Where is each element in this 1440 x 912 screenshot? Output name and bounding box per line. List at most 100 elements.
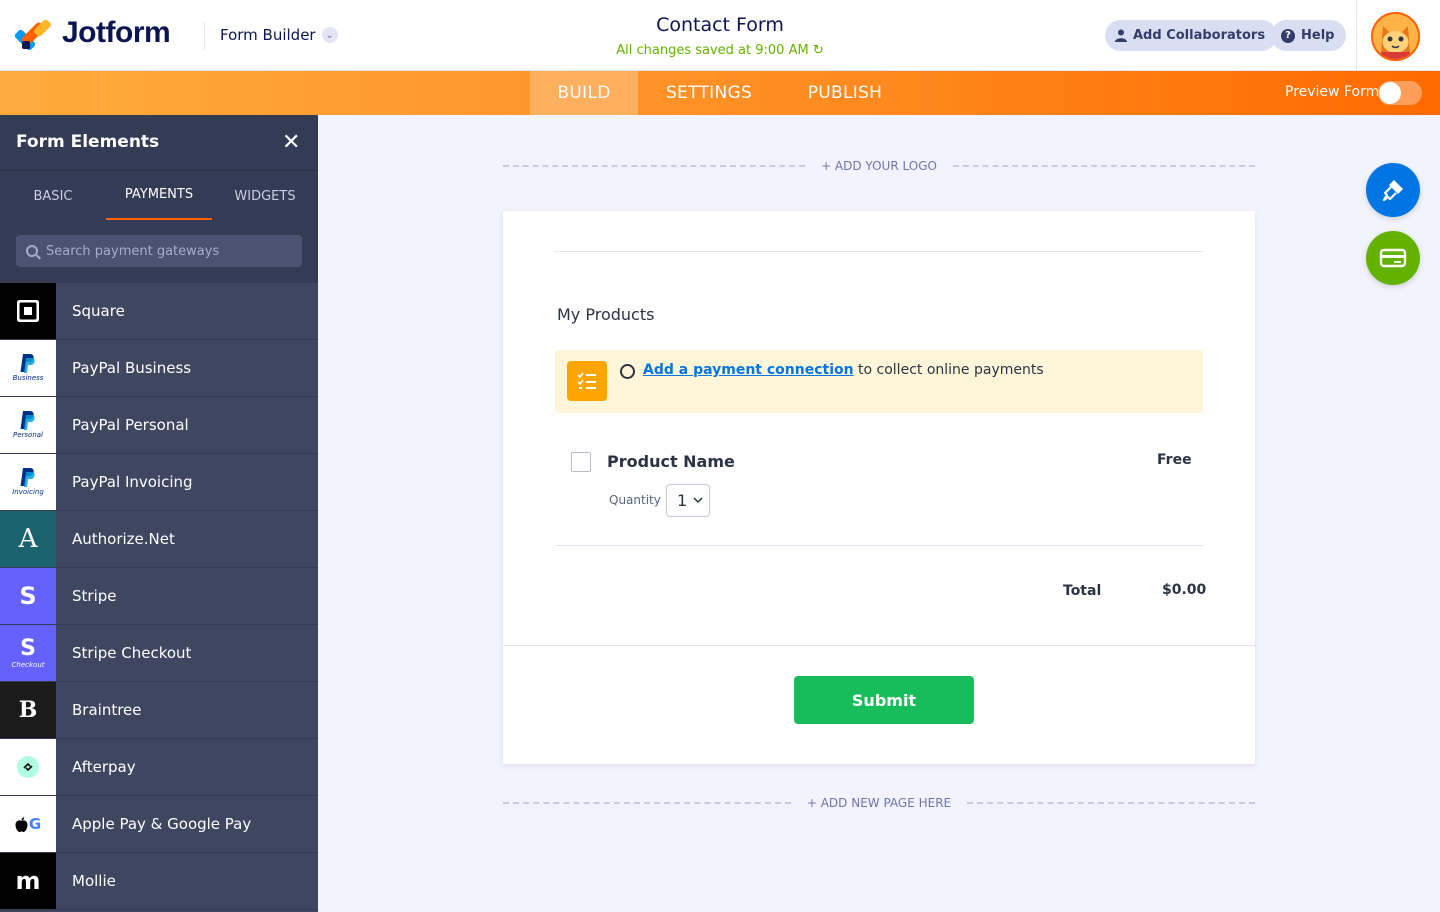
avatar[interactable]	[1371, 12, 1420, 61]
panel-tabs: BASIC PAYMENTS WIDGETS	[0, 170, 318, 221]
header-separator	[1356, 0, 1357, 71]
tab-basic[interactable]: BASIC	[0, 171, 106, 221]
total-label: Total	[1063, 583, 1102, 599]
product-checkbox[interactable]	[571, 452, 591, 472]
stripe-icon: S Checkout	[0, 625, 56, 681]
stripe-checkout-sub: Checkout	[11, 660, 45, 669]
apple-google-pay-icon: G	[0, 796, 56, 852]
gateway-list: Square Business PayPal Business Personal…	[0, 283, 318, 910]
submit-button[interactable]: Submit	[794, 676, 974, 724]
mollie-icon: m	[0, 853, 56, 909]
gateway-item-stripe-checkout[interactable]: S Checkout Stripe Checkout	[0, 625, 318, 682]
search-icon	[26, 245, 38, 257]
user-icon	[1115, 29, 1127, 42]
save-status: All changes saved at 9:00 AM ↻	[540, 43, 900, 58]
notice-rest: to collect online payments	[853, 362, 1044, 378]
add-collaborators-button[interactable]: Add Collaborators	[1105, 20, 1278, 51]
payment-settings-button[interactable]	[1366, 231, 1420, 285]
gateway-item-paypal-personal[interactable]: Personal PayPal Personal	[0, 397, 318, 454]
paypal-icon: Business	[0, 340, 56, 396]
preview-form-toggle[interactable]	[1378, 81, 1422, 105]
gateway-item-stripe[interactable]: S Stripe	[0, 568, 318, 625]
paypal-icon: Personal	[0, 397, 56, 453]
gateway-label: Authorize.Net	[72, 530, 175, 548]
search-input[interactable]	[46, 243, 286, 259]
tab-settings[interactable]: SETTINGS	[638, 71, 780, 115]
tab-build[interactable]: BUILD	[530, 71, 638, 115]
app-header: Jotform Form Builder ⌄ Contact Form All …	[0, 0, 1440, 71]
jotform-logo[interactable]: Jotform	[13, 16, 171, 52]
help-button[interactable]: ? Help	[1271, 20, 1347, 51]
gateway-label: Stripe Checkout	[72, 644, 192, 662]
gateway-label: Apple Pay & Google Pay	[72, 815, 252, 833]
quantity-select[interactable]: 1	[666, 484, 710, 517]
notice-text: Add a payment connection to collect onli…	[643, 362, 1044, 378]
gateway-item-mollie[interactable]: m Mollie	[0, 853, 318, 910]
gateway-item-square[interactable]: Square	[0, 283, 318, 340]
search-area	[0, 220, 318, 283]
paypal-personal-sub: Personal	[12, 431, 43, 439]
panel-title: Form Elements	[16, 132, 160, 152]
paypal-icon: Invoicing	[0, 454, 56, 510]
chevron-down-icon	[693, 497, 703, 504]
add-logo-row[interactable]: + ADD YOUR LOGO	[503, 159, 1255, 173]
square-icon	[0, 283, 56, 339]
question-icon: ?	[1281, 28, 1295, 43]
stripe-icon: S	[0, 568, 56, 624]
paypal-business-sub: Business	[12, 374, 44, 382]
form-card: My Products Add a payment connection to …	[503, 211, 1255, 764]
help-label: Help	[1301, 28, 1335, 43]
dashed-line	[503, 165, 806, 167]
form-builder-label: Form Builder	[220, 26, 316, 44]
notice-radio[interactable]	[620, 364, 635, 379]
chevron-down-icon: ⌄	[321, 27, 338, 43]
form-elements-panel: Form Elements ✕ BASIC PAYMENTS WIDGETS S…	[0, 115, 318, 912]
products-divider	[555, 545, 1204, 546]
quantity-value: 1	[677, 491, 688, 510]
dashed-line	[952, 165, 1255, 167]
gateway-item-paypal-business[interactable]: Business PayPal Business	[0, 340, 318, 397]
close-icon[interactable]: ✕	[282, 130, 300, 155]
search-box	[16, 235, 302, 267]
gateway-label: PayPal Business	[72, 359, 192, 377]
product-name: Product Name	[607, 452, 735, 471]
gateway-label: PayPal Personal	[72, 416, 189, 434]
tab-payments[interactable]: PAYMENTS	[106, 171, 212, 221]
gateway-label: Square	[72, 302, 125, 320]
gateway-item-authorize-net[interactable]: A Authorize.Net	[0, 511, 318, 568]
dashed-line	[503, 802, 791, 804]
credit-card-icon	[1379, 248, 1407, 268]
preview-form-label: Preview Form	[1285, 84, 1380, 100]
refresh-icon: ↻	[812, 43, 824, 58]
payment-notice: Add a payment connection to collect onli…	[555, 350, 1203, 413]
tab-publish[interactable]: PUBLISH	[780, 71, 910, 115]
section-title[interactable]: My Products	[557, 305, 654, 324]
braintree-icon: B	[0, 682, 56, 738]
gateway-item-paypal-invoicing[interactable]: Invoicing PayPal Invoicing	[0, 454, 318, 511]
avatar-cat-icon	[1373, 14, 1418, 59]
gateway-item-braintree[interactable]: B Braintree	[0, 682, 318, 739]
save-status-text: All changes saved at 9:00 AM	[616, 43, 809, 58]
gateway-label: PayPal Invoicing	[72, 473, 193, 491]
checklist-icon	[567, 361, 607, 401]
add-logo-label: + ADD YOUR LOGO	[821, 159, 937, 173]
gateway-label: Stripe	[72, 587, 117, 605]
header-divider-line	[554, 251, 1203, 252]
paypal-invoicing-sub: Invoicing	[12, 488, 44, 496]
form-title[interactable]: Contact Form	[540, 14, 900, 36]
form-builder-dropdown[interactable]: Form Builder ⌄	[220, 26, 338, 44]
gateway-item-afterpay[interactable]: Afterpay	[0, 739, 318, 796]
toggle-knob	[1379, 82, 1401, 104]
total-value: $0.00	[1162, 582, 1207, 598]
logo-text: Jotform	[62, 16, 171, 49]
gateway-item-apple-google-pay[interactable]: G Apple Pay & Google Pay	[0, 796, 318, 853]
paint-roller-icon	[1382, 180, 1403, 202]
product-price: Free	[1157, 452, 1192, 468]
tab-widgets[interactable]: WIDGETS	[212, 171, 318, 221]
quantity-label: Quantity	[609, 493, 661, 507]
form-designer-button[interactable]	[1366, 163, 1420, 217]
add-collaborators-label: Add Collaborators	[1133, 28, 1266, 43]
add-page-row[interactable]: + ADD NEW PAGE HERE	[503, 796, 1255, 810]
panel-header: Form Elements ✕	[0, 115, 318, 170]
add-payment-connection-link[interactable]: Add a payment connection	[643, 362, 854, 378]
